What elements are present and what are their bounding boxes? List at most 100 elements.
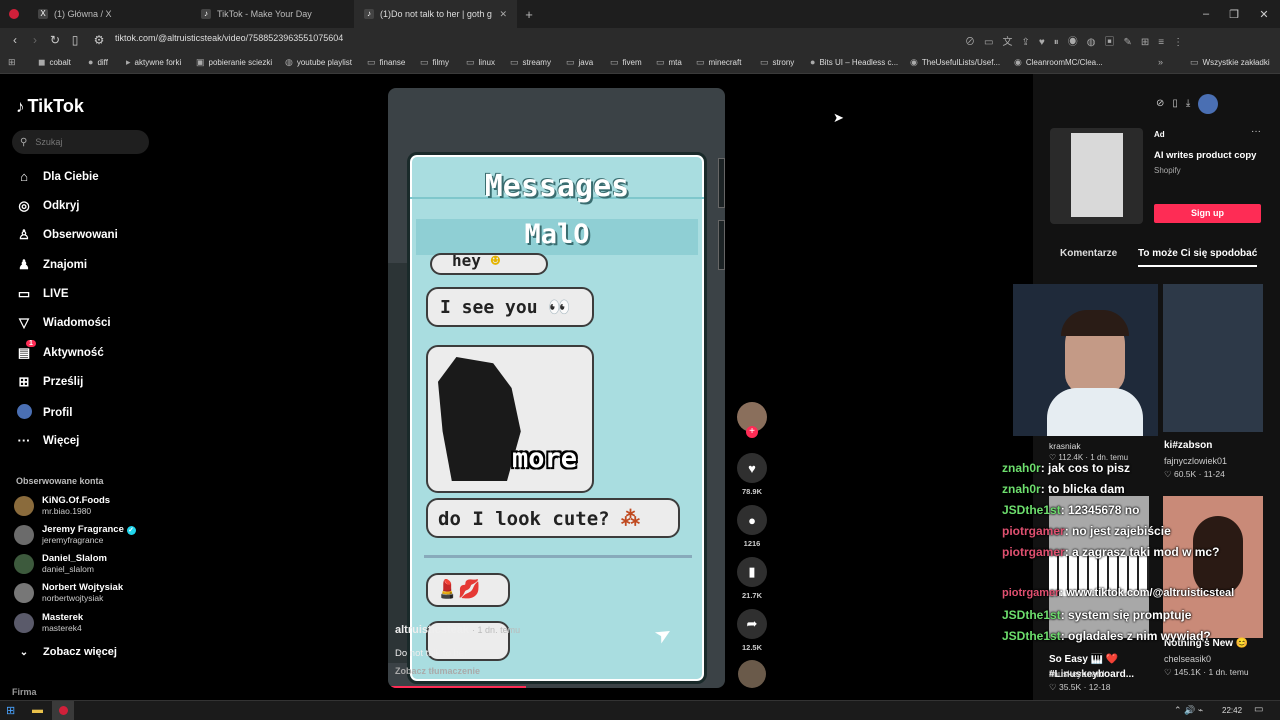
bookmark-folder[interactable]: ▭ linux: [466, 57, 495, 68]
notifications-icon[interactable]: ▭: [1254, 704, 1263, 715]
sound-avatar[interactable]: [736, 660, 768, 688]
message-bubble: I see you 👀: [426, 287, 594, 327]
bookmark-item[interactable]: ◼ cobalt: [38, 57, 71, 68]
bookmark-folder[interactable]: ▭ streamy: [510, 57, 551, 68]
nav-more[interactable]: ··· Więcej: [16, 433, 80, 448]
video-bg-block: [718, 158, 725, 208]
suggested-video-thumb[interactable]: [1163, 284, 1263, 432]
bookmark-icon[interactable]: ▯: [65, 33, 85, 47]
save-button[interactable]: ▮ 21.7K: [736, 557, 768, 600]
ad-title: AI writes product copy: [1154, 150, 1257, 161]
followed-account[interactable]: KiNG.Of.Foods mr.biao.1980: [14, 495, 110, 516]
bookmark-folder[interactable]: ▭ filmy: [420, 57, 449, 68]
new-tab-button[interactable]: +: [517, 7, 541, 22]
video-progress-bar[interactable]: [391, 686, 526, 688]
bookmark-folder[interactable]: ▭ minecraft: [696, 57, 741, 68]
back-icon[interactable]: ‹: [5, 33, 25, 47]
nav-friends[interactable]: ♟ Znajomi: [16, 257, 87, 273]
followed-account[interactable]: Daniel_Slalom daniel_slalom: [14, 553, 107, 574]
download-icon[interactable]: ⤓: [1186, 98, 1190, 114]
browser-logo-icon[interactable]: [0, 0, 28, 28]
video-author[interactable]: altruisticsteak · 1 dn. temu: [395, 624, 520, 636]
share-icon: ➦: [737, 609, 767, 639]
footer-link[interactable]: Firma: [12, 687, 37, 697]
tab-comments[interactable]: Komentarze: [1060, 248, 1117, 259]
nav-live[interactable]: ▭ LIVE: [16, 286, 69, 302]
extension-icons[interactable]: ⊘▭文⇪♥⏸◉◍▣✎⊞≡⋮: [965, 33, 1192, 48]
tray-icons[interactable]: ⌃ 🔊 ⌁: [1174, 705, 1203, 716]
forward-icon[interactable]: ›: [25, 33, 45, 47]
bookmarks-overflow-icon[interactable]: »: [1158, 57, 1163, 67]
clock[interactable]: 22:42: [1222, 706, 1242, 715]
device-icon[interactable]: ▯: [1172, 98, 1178, 114]
search-placeholder: Szukaj: [35, 137, 63, 147]
followed-account[interactable]: Norbert Wojtysiak norbertwojtysiak: [14, 582, 123, 603]
message-bubble: 💄💋: [426, 573, 510, 607]
file-explorer-icon[interactable]: ▬: [32, 704, 43, 716]
messages-title: Messages: [484, 169, 630, 204]
tab-tiktok-video[interactable]: ♪ (1)Do not talk to her | goth g ✕: [354, 0, 517, 28]
nav-profile[interactable]: Profil: [16, 404, 72, 422]
video-bg-block: [718, 220, 725, 270]
tab-suggestions[interactable]: To może Ci się spodobać: [1138, 248, 1258, 267]
card-title[interactable]: ki#zabson: [1164, 440, 1212, 451]
ad-label: Ad: [1154, 130, 1165, 139]
live-icon: ▭: [17, 286, 31, 301]
author-avatar-button[interactable]: +: [736, 402, 768, 438]
tab-label: (1)Do not talk to her | goth g: [380, 9, 492, 19]
bookmark-folder[interactable]: ▭ java: [566, 57, 593, 68]
bookmark-item[interactable]: ▣ pobieranie sciezki: [196, 57, 272, 68]
browser-taskbar-icon[interactable]: [52, 701, 74, 720]
messages-icon: ▽: [19, 315, 29, 330]
bookmark-folder[interactable]: ▭ mta: [656, 57, 682, 68]
bookmark-item[interactable]: ● Bits UI – Headless c...: [810, 57, 898, 67]
tiktok-logo[interactable]: ♪ TikTok: [16, 96, 84, 117]
followed-account[interactable]: Jeremy Fragrance ✓ jeremyfragrance: [14, 524, 136, 545]
chat-message: JSDthe1st: system się promptuje: [1002, 608, 1192, 622]
windows-start-icon[interactable]: ⊞: [6, 704, 15, 717]
profile-avatar-icon[interactable]: [1198, 94, 1219, 114]
compass-icon: ◎: [18, 198, 30, 213]
share-button[interactable]: ➦ 12.5K: [736, 609, 768, 652]
url-field[interactable]: tiktok.com/@altruisticsteak/video/758852…: [115, 33, 343, 43]
nav-upload[interactable]: ⊞ Prześlij: [16, 374, 84, 390]
nav-following[interactable]: ♙ Obserwowani: [16, 227, 118, 243]
bookmark-folder[interactable]: ▭ finanse: [367, 57, 405, 68]
music-disc-icon: [738, 660, 766, 688]
translate-link[interactable]: Zobacz tłumaczenie: [395, 666, 480, 676]
nav-for-you[interactable]: ⌂ Dla Ciebie: [16, 169, 99, 184]
nav-messages[interactable]: ▽ Wiadomości: [16, 315, 111, 331]
search-input[interactable]: ⚲ Szukaj: [12, 130, 149, 154]
following-icon: ♙: [18, 227, 30, 242]
bookmark-folder[interactable]: ▭ fivem: [610, 57, 642, 68]
sign-up-button[interactable]: Sign up: [1154, 204, 1261, 223]
save-count: 21.7K: [741, 591, 762, 600]
close-window-icon[interactable]: ✕: [1248, 0, 1280, 28]
bookmark-item[interactable]: ● diff: [88, 57, 108, 67]
restore-icon[interactable]: ❐: [1218, 0, 1250, 28]
card-author: krasniak: [1049, 441, 1081, 451]
bookmark-item[interactable]: ▸ aktywne forki: [126, 57, 181, 68]
close-tab-icon[interactable]: ✕: [499, 9, 507, 20]
site-info-icon[interactable]: ⚙: [89, 33, 109, 47]
bookmark-item[interactable]: ◍ youtube playlist: [285, 57, 352, 68]
apps-icon[interactable]: ⊞: [8, 57, 16, 68]
nav-activity[interactable]: ▤ 1 Aktywność: [16, 340, 104, 361]
follow-plus-icon[interactable]: +: [746, 426, 758, 438]
bookmark-folder[interactable]: ▭ strony: [760, 57, 794, 68]
bookmark-item[interactable]: ◉ CleanroomMC/Clea...: [1014, 57, 1103, 68]
bookmark-item[interactable]: ◉ TheUsefulLists/Usef...: [910, 57, 1000, 68]
avatar: [14, 495, 34, 516]
ad-thumbnail[interactable]: [1050, 128, 1143, 224]
comment-button[interactable]: ● 1216: [736, 505, 768, 548]
see-more-button[interactable]: ⌄ Zobacz więcej: [16, 646, 117, 658]
reload-icon[interactable]: ↻: [45, 33, 65, 47]
followed-account[interactable]: Masterek masterek4: [14, 612, 83, 633]
tab-x[interactable]: X (1) Główna / X: [28, 0, 191, 28]
like-button[interactable]: ♥ 78.9K: [736, 453, 768, 496]
all-bookmarks[interactable]: ▭ Wszystkie zakładki: [1190, 57, 1270, 68]
nav-explore[interactable]: ◎ Odkryj: [16, 198, 79, 214]
tab-tiktok-home[interactable]: ♪ TikTok - Make Your Day: [191, 0, 354, 28]
ad-menu-icon[interactable]: ···: [1251, 126, 1261, 137]
compass-icon[interactable]: ⊘: [1156, 98, 1164, 114]
